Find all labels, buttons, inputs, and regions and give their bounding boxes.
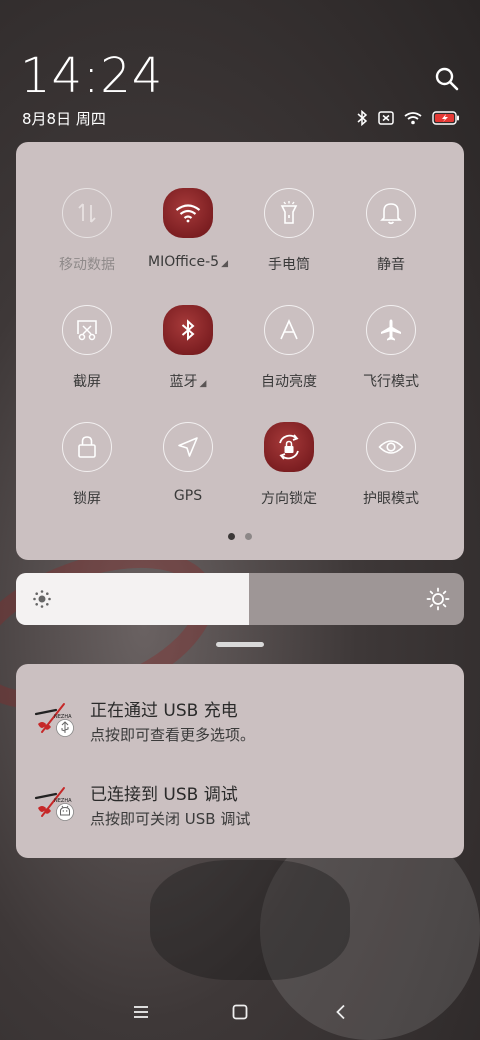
- tile-button[interactable]: [264, 305, 314, 355]
- tile-button[interactable]: [163, 305, 213, 355]
- status-icons: [356, 108, 460, 128]
- mobile-data-icon: [78, 203, 96, 223]
- location-icon: [178, 437, 198, 457]
- tile-button[interactable]: [366, 305, 416, 355]
- back-button[interactable]: [326, 1000, 356, 1024]
- tile-flashlight[interactable]: 手电筒: [234, 188, 344, 288]
- tile-button[interactable]: [62, 188, 112, 238]
- tile-button[interactable]: [366, 188, 416, 238]
- nezha-logo-text: NEZHA: [54, 714, 72, 720]
- tile-label: 飞行模式: [363, 374, 419, 390]
- bluetooth-icon: [181, 319, 195, 341]
- expand-triangle-icon: ◢: [199, 379, 207, 389]
- tile-button[interactable]: [163, 422, 213, 472]
- wallpaper-decoration: [150, 860, 350, 980]
- page-dot-active: [228, 533, 235, 540]
- airplane-icon: [381, 319, 401, 341]
- tile-label: MIOffice-5 ◢: [133, 254, 243, 270]
- notification-usb-debugging[interactable]: NEZHA 已连接到 USB 调试 点按即可关闭 USB 调试: [16, 778, 464, 848]
- battery-charging-icon: [432, 111, 460, 125]
- notification-title: 已连接到 USB 调试: [90, 785, 238, 805]
- tile-bluetooth[interactable]: 蓝牙 ◢: [133, 305, 243, 405]
- tile-label: 截屏: [73, 374, 101, 390]
- eye-icon: [378, 440, 404, 454]
- notification-subtitle: 点按即可查看更多选项。: [90, 726, 256, 744]
- search-icon: [435, 67, 459, 91]
- brightness-low-icon: [33, 590, 51, 608]
- home-square-icon: [232, 1004, 248, 1020]
- tile-lock-screen[interactable]: 锁屏: [32, 422, 142, 522]
- navigation-bar: [0, 990, 480, 1034]
- nezha-app-icon: NEZHA: [34, 786, 78, 830]
- bluetooth-label: 蓝牙: [169, 374, 198, 390]
- tile-screenshot[interactable]: 截屏: [32, 305, 142, 405]
- tile-label: 方向锁定: [261, 491, 317, 507]
- tile-button[interactable]: [62, 422, 112, 472]
- bluetooth-icon: [356, 110, 368, 126]
- home-button[interactable]: [225, 1000, 255, 1024]
- quick-settings-panel: 移动数据 MIOffice-5 ◢ 手电筒 静音 截屏 蓝牙 ◢ 自动亮度 飞行…: [16, 142, 464, 560]
- nezha-logo-text: NEZHA: [54, 798, 72, 804]
- page-indicator: [16, 533, 464, 540]
- brightness-slider[interactable]: [16, 573, 464, 625]
- notification-subtitle: 点按即可关闭 USB 调试: [90, 810, 251, 828]
- tile-auto-brightness[interactable]: 自动亮度: [234, 305, 344, 405]
- wifi-icon: [404, 111, 422, 125]
- flashlight-icon: [280, 201, 298, 224]
- tile-gps[interactable]: GPS: [133, 422, 243, 522]
- notification-header: 14:24 8月8日 周四: [0, 0, 480, 140]
- search-button[interactable]: [434, 66, 460, 92]
- recents-button[interactable]: [126, 1000, 156, 1024]
- auto-brightness-icon: [280, 319, 298, 340]
- no-sim-icon: [378, 111, 394, 125]
- brightness-high-icon: [426, 587, 450, 611]
- tile-label: 移动数据: [59, 257, 115, 273]
- wifi-icon: [175, 204, 201, 223]
- tile-mobile-data[interactable]: 移动数据: [32, 188, 142, 288]
- tile-label: 静音: [377, 257, 405, 273]
- back-chevron-icon: [336, 1004, 345, 1020]
- tile-silent[interactable]: 静音: [336, 188, 446, 288]
- tile-label: 锁屏: [73, 491, 101, 507]
- notification-usb-charging[interactable]: NEZHA 正在通过 USB 充电 点按即可查看更多选项。: [16, 694, 464, 764]
- tile-eye-care[interactable]: 护眼模式: [336, 422, 446, 522]
- page-dot: [245, 533, 252, 540]
- notification-panel: NEZHA 正在通过 USB 充电 点按即可查看更多选项。 NEZHA 已连接到…: [16, 664, 464, 858]
- screenshot-icon: [77, 320, 97, 341]
- tile-label: 护眼模式: [363, 491, 419, 507]
- nezha-app-icon: NEZHA: [34, 702, 78, 746]
- tile-label: 蓝牙 ◢: [133, 371, 243, 391]
- tile-button[interactable]: [366, 422, 416, 472]
- menu-icon: [134, 1006, 148, 1018]
- notification-title: 正在通过 USB 充电: [90, 701, 238, 721]
- panel-drag-handle[interactable]: [216, 642, 264, 647]
- tile-airplane-mode[interactable]: 飞行模式: [336, 305, 446, 405]
- tile-wifi[interactable]: MIOffice-5 ◢: [133, 188, 243, 288]
- tile-rotation-lock[interactable]: 方向锁定: [234, 422, 344, 522]
- tile-label: GPS: [173, 488, 203, 504]
- bell-icon: [380, 203, 402, 225]
- clock[interactable]: 14:24: [20, 48, 163, 104]
- expand-triangle-icon: ◢: [221, 259, 228, 269]
- lock-icon: [78, 436, 96, 458]
- tile-button[interactable]: [62, 305, 112, 355]
- wifi-network-name: MIOffice-5: [148, 254, 220, 270]
- tile-button[interactable]: [264, 422, 314, 472]
- tile-label: 自动亮度: [261, 374, 317, 390]
- tile-button[interactable]: [163, 188, 213, 238]
- tile-label: 手电筒: [268, 257, 310, 273]
- tile-button[interactable]: [264, 188, 314, 238]
- date-label[interactable]: 8月8日 周四: [22, 108, 106, 129]
- rotation-lock-icon: [279, 434, 299, 460]
